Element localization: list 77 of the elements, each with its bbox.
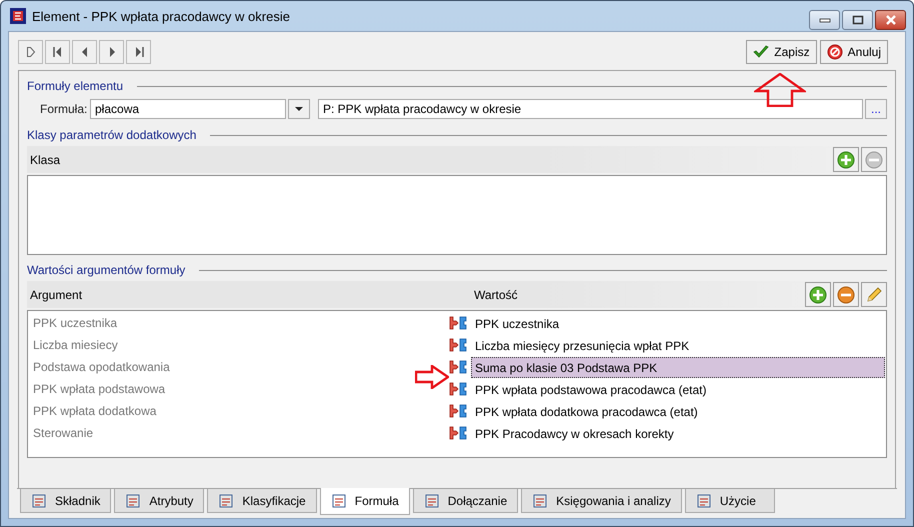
tab[interactable]: Użycie: [684, 489, 775, 513]
formula-type-field[interactable]: płacowa: [90, 99, 286, 119]
class-list[interactable]: [27, 175, 887, 255]
section-title: Wartości argumentów formuły: [27, 263, 186, 277]
argument-cell-text: PPK wpłata podstawowa: [32, 382, 166, 396]
tab[interactable]: Formuła: [320, 488, 410, 515]
tab[interactable]: Księgowania i analizy: [521, 489, 682, 513]
document-icon: [532, 492, 548, 508]
minimize-button[interactable]: [809, 10, 840, 30]
pencil-icon: [865, 286, 883, 304]
document-icon: [31, 492, 47, 508]
document-icon: [125, 492, 142, 508]
skip-forward-icon: [134, 46, 144, 58]
column-header: Klasa: [29, 152, 60, 166]
value-cell[interactable]: PPK wpłata podstawowa pracodawca (etat): [471, 378, 885, 400]
browse-button[interactable]: ...: [865, 99, 887, 119]
value-cell[interactable]: Liczba miesięcy przesunięcia wpłat PPK: [471, 334, 885, 356]
cancel-button[interactable]: Anuluj: [820, 40, 888, 64]
value-cell[interactable]: Suma po klasie 03 Podstawa PPK: [471, 356, 885, 378]
close-button[interactable]: [875, 10, 906, 30]
plus-icon: [809, 286, 827, 304]
section-title: Klasy parametrów dodatkowych: [27, 128, 196, 142]
save-button[interactable]: Zapisz: [746, 40, 817, 64]
first-record-button[interactable]: [45, 40, 70, 64]
column-header: Wartość: [473, 288, 518, 302]
plus-icon: [837, 150, 855, 168]
value-cell[interactable]: PPK Pracodawcy w okresach korekty: [471, 422, 885, 444]
prohibited-icon: [826, 44, 843, 60]
dropdown-button[interactable]: [288, 99, 310, 119]
skip-back-icon: [52, 46, 62, 58]
document-icon: [330, 493, 347, 509]
window-title: Element - PPK wpłata pracodawcy w okresie: [32, 8, 290, 24]
argument-cell-text: Sterowanie: [32, 426, 94, 440]
formula-field[interactable]: P: PPK wpłata pracodawcy w okresie: [318, 99, 863, 119]
connector-icon: [449, 360, 467, 374]
connector-icon: [449, 404, 467, 418]
app-icon: [10, 8, 26, 24]
next-record-button[interactable]: [99, 40, 124, 64]
maximize-icon: [852, 15, 864, 25]
argument-cell-text: Liczba miesiecy: [32, 338, 119, 352]
document-icon: [218, 492, 234, 508]
minimize-icon: [818, 17, 830, 23]
tab[interactable]: Atrybuty: [114, 489, 204, 513]
value-cell[interactable]: PPK wpłata dodatkowa pracodawca (etat): [471, 400, 885, 422]
checkmark-icon: [753, 45, 770, 59]
connector-icon: [449, 382, 467, 396]
document-icon: [696, 492, 712, 508]
annotation-arrow: [415, 365, 449, 389]
section-title: Formuły elementu: [27, 79, 124, 93]
tab[interactable]: Klasyfikacje: [207, 489, 317, 513]
previous-record-button[interactable]: [72, 40, 97, 64]
maximize-button[interactable]: [842, 10, 873, 30]
minus-icon: [865, 150, 883, 168]
page-icon: [26, 46, 36, 58]
argument-cell-text: Podstawa opodatkowania: [32, 360, 171, 374]
argument-cell-text: PPK uczestnika: [32, 316, 118, 330]
new-record-button[interactable]: [18, 40, 43, 64]
field-label: Formuła:: [39, 102, 88, 116]
column-header: Argument: [29, 288, 84, 302]
value-cell[interactable]: PPK uczestnika: [471, 312, 885, 334]
add-button[interactable]: [805, 282, 831, 307]
connector-icon: [449, 426, 467, 440]
annotation-arrow: [754, 73, 806, 107]
caret-icon: [295, 107, 303, 111]
document-icon: [424, 492, 440, 508]
edit-button[interactable]: [861, 282, 887, 307]
left-triangle-icon: [80, 46, 90, 58]
connector-icon: [449, 316, 467, 330]
last-record-button[interactable]: [126, 40, 151, 64]
remove-button[interactable]: [833, 282, 859, 307]
tab[interactable]: Składnik: [20, 489, 112, 513]
minus-icon: [837, 286, 855, 304]
connector-icon: [449, 338, 467, 352]
add-button[interactable]: [833, 147, 859, 172]
close-icon: [884, 15, 896, 25]
argument-cell-text: PPK wpłata dodatkowa: [32, 404, 158, 418]
tab[interactable]: Dołączanie: [412, 489, 518, 513]
